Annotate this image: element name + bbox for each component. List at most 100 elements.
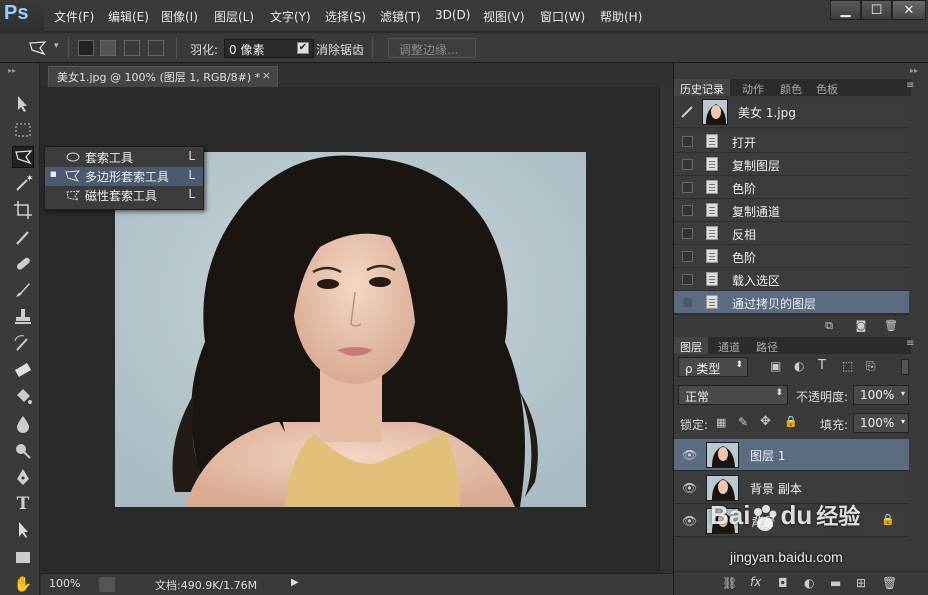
status-menu-arrow-icon[interactable]: ▶ — [291, 577, 299, 588]
link-layers-icon[interactable]: ⛓ — [722, 576, 737, 590]
filter-adjustment-icon[interactable]: ◐ — [794, 359, 804, 373]
history-source-checkbox[interactable] — [682, 159, 693, 170]
menu-edit[interactable]: 编辑(E) — [108, 8, 149, 25]
history-source-checkbox[interactable] — [682, 297, 693, 308]
menu-type[interactable]: 文字(Y) — [270, 8, 311, 25]
visibility-eye-icon[interactable]: 👁 — [682, 448, 697, 462]
history-item[interactable]: 载入选区 — [674, 268, 909, 291]
visibility-eye-icon[interactable]: 👁 — [682, 481, 697, 495]
new-document-from-state-icon[interactable]: ⧉ — [822, 319, 836, 332]
flyout-item-polygonal-lasso[interactable]: ■ 多边形套索工具 L — [45, 167, 203, 186]
intersect-selection-button[interactable] — [148, 40, 164, 56]
export-icon[interactable] — [99, 577, 115, 592]
add-mask-icon[interactable]: ◘ — [778, 576, 788, 590]
subtract-selection-button[interactable] — [124, 40, 140, 56]
new-snapshot-icon[interactable]: ◙ — [854, 319, 868, 332]
move-tool-icon[interactable] — [12, 93, 34, 115]
tab-channels[interactable]: 通道 — [712, 337, 746, 354]
type-tool-icon[interactable]: T — [12, 493, 34, 515]
menu-image[interactable]: 图像(I) — [161, 8, 198, 25]
new-adjustment-layer-icon[interactable]: ◐ — [804, 576, 814, 590]
collapse-toolbox-icon[interactable]: ▸▸ — [8, 66, 16, 75]
opacity-input[interactable]: 100% ▾ — [853, 385, 909, 405]
magic-wand-icon[interactable]: ✶ — [12, 172, 34, 194]
layer-row[interactable]: 👁 背景 副本 — [674, 472, 909, 504]
layer-name[interactable]: 图层 1 — [750, 447, 785, 464]
lock-position-icon[interactable]: ✥ — [760, 414, 771, 429]
lock-pixels-icon[interactable]: ✎ — [738, 415, 748, 429]
paint-bucket-icon[interactable] — [12, 386, 34, 408]
history-source-checkbox[interactable] — [682, 228, 693, 239]
hand-tool-icon[interactable]: ✋ — [12, 573, 34, 595]
layer-filter-dropdown[interactable]: ρ 类型 ⬍ — [678, 357, 748, 377]
history-item[interactable]: 复制通道 — [674, 199, 909, 222]
menu-select[interactable]: 选择(S) — [325, 8, 366, 25]
collapse-panels-icon[interactable]: ▸▸ — [910, 66, 918, 75]
close-document-icon[interactable]: × — [262, 69, 271, 82]
healing-brush-icon[interactable] — [12, 253, 34, 275]
history-source-checkbox[interactable] — [682, 251, 693, 262]
menu-layer[interactable]: 图层(L) — [214, 8, 254, 25]
history-source-checkbox[interactable] — [682, 205, 693, 216]
new-layer-icon[interactable]: ⊞ — [856, 576, 866, 590]
filter-type-icon[interactable]: T — [818, 358, 826, 373]
tab-color[interactable]: 颜色 — [774, 79, 808, 96]
blur-tool-icon[interactable] — [12, 413, 34, 435]
lasso-tool-icon[interactable] — [12, 146, 34, 168]
eraser-icon[interactable] — [12, 359, 34, 381]
path-selection-icon[interactable] — [12, 519, 34, 541]
minimize-button[interactable]: ▁ — [830, 0, 861, 20]
history-item-selected[interactable]: 通过拷贝的图层 — [674, 291, 909, 314]
add-selection-button[interactable] — [100, 40, 116, 56]
new-selection-button[interactable] — [78, 40, 94, 56]
clone-stamp-icon[interactable] — [12, 306, 34, 328]
layer-name[interactable]: 背景 副本 — [750, 480, 802, 497]
new-group-icon[interactable]: ▬ — [830, 576, 841, 590]
tab-actions[interactable]: 动作 — [736, 79, 770, 96]
menu-3d[interactable]: 3D(D) — [435, 8, 470, 22]
history-source-checkbox[interactable] — [682, 136, 693, 147]
zoom-level[interactable]: 100% — [49, 577, 80, 590]
tool-preset-dropdown-icon[interactable]: ▾ — [54, 41, 59, 51]
history-snapshot[interactable]: 美女 1.jpg — [674, 97, 909, 128]
layer-name[interactable]: 背景 — [750, 513, 774, 530]
filter-shape-icon[interactable]: ⬚ — [842, 359, 853, 373]
lock-all-icon[interactable]: 🔒 — [784, 415, 798, 428]
layers-panel-menu-icon[interactable]: ≡ — [906, 338, 914, 349]
flyout-item-lasso[interactable]: 套索工具 L — [45, 148, 203, 167]
maximize-button[interactable]: ☐ — [861, 0, 892, 20]
crop-tool-icon[interactable] — [12, 199, 34, 221]
lock-transparent-icon[interactable]: ▦ — [716, 416, 726, 429]
eyedropper-icon[interactable] — [12, 226, 34, 248]
blend-mode-dropdown[interactable]: 正常 ⬍ — [678, 385, 788, 405]
layer-row[interactable]: 👁 背景 🔒 — [674, 505, 909, 537]
menu-help[interactable]: 帮助(H) — [600, 8, 642, 25]
tab-layers[interactable]: 图层 — [674, 337, 708, 354]
history-item[interactable]: 反相 — [674, 222, 909, 245]
delete-layer-icon[interactable]: 🗑 — [882, 576, 897, 590]
layer-style-icon[interactable]: fx — [750, 575, 761, 589]
marquee-tool-icon[interactable] — [12, 119, 34, 141]
dodge-tool-icon[interactable] — [12, 440, 34, 462]
history-panel-menu-icon[interactable]: ≡ — [906, 80, 914, 91]
history-item[interactable]: 打开 — [674, 130, 909, 153]
rectangle-tool-icon[interactable] — [12, 546, 34, 568]
brush-tool-icon[interactable] — [12, 279, 34, 301]
delete-state-icon[interactable]: 🗑 — [884, 319, 898, 332]
tab-history[interactable]: 历史记录 — [674, 79, 730, 96]
canvas-vertical-scrollbar[interactable] — [659, 87, 673, 573]
history-item[interactable]: 复制图层 — [674, 153, 909, 176]
tab-paths[interactable]: 路径 — [750, 337, 784, 354]
history-source-checkbox[interactable] — [682, 182, 693, 193]
menu-view[interactable]: 视图(V) — [483, 8, 525, 25]
fill-input[interactable]: 100% ▾ — [853, 413, 909, 433]
visibility-eye-icon[interactable]: 👁 — [682, 514, 697, 528]
history-item[interactable]: 色阶 — [674, 245, 909, 268]
close-window-button[interactable]: ✕ — [892, 0, 926, 20]
filter-pixel-icon[interactable]: ▣ — [770, 359, 781, 373]
layer-row-selected[interactable]: 👁 图层 1 — [674, 439, 909, 471]
polygonal-lasso-icon[interactable] — [28, 40, 48, 56]
history-brush-icon[interactable] — [12, 333, 34, 355]
filter-smart-object-icon[interactable]: ⎘ — [866, 359, 876, 374]
history-source-checkbox[interactable] — [682, 274, 693, 285]
